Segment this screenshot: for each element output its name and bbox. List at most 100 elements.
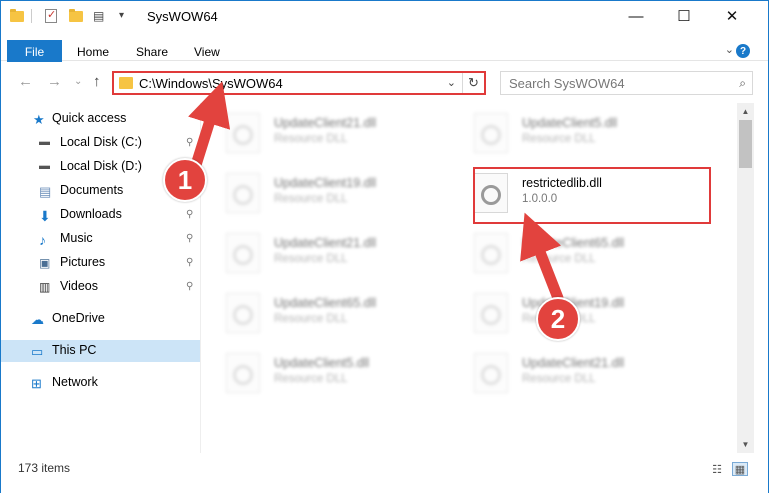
navigation-bar: ← → ⌄ ↑ C:\Windows\SysWOW64 ⌄ ↻ Search S… bbox=[1, 62, 768, 102]
drive-icon: ▬ bbox=[39, 136, 50, 148]
scroll-up-button[interactable]: ▲ bbox=[737, 103, 754, 120]
step-1-badge: 1 bbox=[163, 158, 207, 202]
file-description: Resource DLL bbox=[522, 253, 596, 265]
dll-file-icon bbox=[226, 353, 260, 393]
pin-icon[interactable]: ⚲ bbox=[186, 137, 193, 148]
title-bar: ▤ ▾ SysWOW64 — ☐ ✕ bbox=[1, 1, 768, 31]
item-count: 173 items bbox=[18, 461, 71, 475]
forward-button[interactable]: → bbox=[47, 73, 62, 90]
dll-file-icon bbox=[226, 293, 260, 333]
file-name: UpdateClient5.dll bbox=[274, 356, 370, 370]
sidebar-item-label: Local Disk (C:) bbox=[60, 135, 142, 149]
onedrive-icon: ☁ bbox=[31, 312, 44, 327]
chevron-down-icon[interactable]: ▾ bbox=[119, 10, 135, 26]
file-item[interactable]: UpdateClient5.dll Resource DLL bbox=[450, 107, 690, 157]
file-item[interactable]: UpdateClient19.dll Resource DLL bbox=[202, 167, 442, 217]
scroll-thumb[interactable] bbox=[739, 120, 752, 168]
pictures-icon: ▣ bbox=[39, 256, 51, 270]
new-folder-icon[interactable] bbox=[68, 8, 84, 24]
sidebar-item-label: OneDrive bbox=[52, 311, 105, 325]
file-item[interactable]: UpdateClient21.dll Resource DLL bbox=[202, 107, 442, 157]
file-item[interactable]: UpdateClient65.dll Resource DLL bbox=[202, 287, 442, 337]
folder-icon bbox=[119, 77, 133, 89]
search-icon: ⌕ bbox=[739, 76, 746, 90]
file-item[interactable]: UpdateClient21.dll Resource DLL bbox=[450, 347, 690, 397]
dll-file-icon bbox=[226, 113, 260, 153]
minimize-button[interactable]: — bbox=[613, 1, 659, 31]
search-placeholder: Search SysWOW64 bbox=[509, 76, 625, 91]
file-item[interactable]: UpdateClient65.dll Resource DLL bbox=[450, 227, 690, 277]
dll-file-icon bbox=[474, 113, 508, 153]
file-list: UpdateClient21.dll Resource DLL UpdateCl… bbox=[202, 103, 737, 453]
downloads-icon: ⬇ bbox=[39, 208, 51, 224]
pin-icon[interactable]: ⚲ bbox=[186, 233, 193, 244]
file-description: Resource DLL bbox=[274, 253, 348, 265]
file-description: Resource DLL bbox=[274, 373, 348, 385]
status-bar: 173 items ☷ ▦ bbox=[1, 453, 768, 493]
large-icons-view-button[interactable]: ▦ bbox=[732, 462, 748, 476]
step-2-badge: 2 bbox=[536, 297, 580, 341]
refresh-button[interactable]: ↻ bbox=[462, 73, 484, 93]
customize-toolbar-icon[interactable]: ▤ bbox=[93, 9, 109, 25]
search-input[interactable]: Search SysWOW64 ⌕ bbox=[500, 71, 753, 95]
highlight-box bbox=[473, 167, 711, 224]
close-button[interactable]: ✕ bbox=[709, 1, 755, 31]
vertical-scrollbar[interactable]: ▲ ▼ bbox=[737, 103, 754, 453]
sidebar-item-label: Downloads bbox=[60, 207, 122, 221]
folder-icon bbox=[9, 8, 25, 24]
address-bar[interactable]: C:\Windows\SysWOW64 ⌄ ↻ bbox=[112, 71, 486, 95]
videos-icon: ▥ bbox=[39, 280, 51, 294]
pin-icon[interactable]: ⚲ bbox=[186, 257, 193, 268]
sidebar-item-network[interactable]: ⊞ Network bbox=[1, 372, 200, 394]
sidebar-item-pictures[interactable]: ▣ Pictures ⚲ bbox=[1, 252, 200, 274]
properties-icon[interactable] bbox=[43, 8, 59, 24]
tab-file[interactable]: File bbox=[7, 40, 62, 63]
sidebar-item-downloads[interactable]: ⬇ Downloads ⚲ bbox=[1, 204, 200, 226]
sidebar-item-onedrive[interactable]: ☁ OneDrive bbox=[1, 308, 200, 330]
up-button[interactable]: ↑ bbox=[93, 73, 101, 90]
sidebar-item-quick-access[interactable]: ★ Quick access bbox=[1, 108, 200, 130]
help-icon[interactable]: ? bbox=[736, 44, 750, 58]
tab-view[interactable]: View bbox=[194, 45, 220, 59]
file-name: UpdateClient21.dll bbox=[274, 236, 377, 250]
network-icon: ⊞ bbox=[31, 376, 42, 391]
file-description: Resource DLL bbox=[522, 133, 596, 145]
window-title: SysWOW64 bbox=[147, 9, 218, 24]
file-name: UpdateClient21.dll bbox=[274, 116, 377, 130]
maximize-button[interactable]: ☐ bbox=[661, 1, 707, 31]
sidebar-item-local-disk-c[interactable]: ▬ Local Disk (C:) ⚲ bbox=[1, 132, 200, 154]
expand-ribbon-icon[interactable]: ⌄ bbox=[725, 43, 734, 56]
file-description: Resource DLL bbox=[522, 373, 596, 385]
address-path[interactable]: C:\Windows\SysWOW64 bbox=[139, 76, 283, 91]
details-view-button[interactable]: ☷ bbox=[709, 462, 725, 476]
drive-icon: ▬ bbox=[39, 160, 50, 172]
back-button[interactable]: ← bbox=[18, 73, 33, 90]
star-icon: ★ bbox=[33, 112, 45, 127]
navigation-pane: ★ Quick access ▬ Local Disk (C:) ⚲ ▬ Loc… bbox=[1, 103, 201, 453]
pin-icon[interactable]: ⚲ bbox=[186, 209, 193, 220]
documents-icon: ▤ bbox=[39, 184, 52, 199]
file-name: UpdateClient21.dll bbox=[522, 356, 625, 370]
scroll-down-button[interactable]: ▼ bbox=[737, 436, 754, 453]
file-description: Resource DLL bbox=[274, 313, 348, 325]
sidebar-item-label: Pictures bbox=[60, 255, 106, 269]
sidebar-item-music[interactable]: ♪ Music ⚲ bbox=[1, 228, 200, 250]
recent-locations-button[interactable]: ⌄ bbox=[74, 76, 82, 87]
file-item[interactable]: UpdateClient21.dll Resource DLL bbox=[202, 227, 442, 277]
sidebar-item-label: Local Disk (D:) bbox=[60, 159, 142, 173]
sidebar-item-this-pc[interactable]: ▭ This PC bbox=[1, 340, 200, 362]
dll-file-icon bbox=[474, 353, 508, 393]
pin-icon[interactable]: ⚲ bbox=[186, 281, 193, 292]
file-item[interactable]: UpdateClient5.dll Resource DLL bbox=[202, 347, 442, 397]
file-description: Resource DLL bbox=[274, 193, 348, 205]
file-name: UpdateClient19.dll bbox=[274, 176, 377, 190]
tab-share[interactable]: Share bbox=[136, 45, 168, 59]
divider bbox=[31, 9, 32, 23]
address-dropdown-button[interactable]: ⌄ bbox=[447, 76, 456, 89]
sidebar-item-videos[interactable]: ▥ Videos ⚲ bbox=[1, 276, 200, 298]
dll-file-icon bbox=[474, 293, 508, 333]
dll-file-icon bbox=[226, 233, 260, 273]
file-name: UpdateClient65.dll bbox=[522, 236, 625, 250]
this-pc-icon: ▭ bbox=[31, 344, 44, 359]
tab-home[interactable]: Home bbox=[77, 45, 109, 59]
